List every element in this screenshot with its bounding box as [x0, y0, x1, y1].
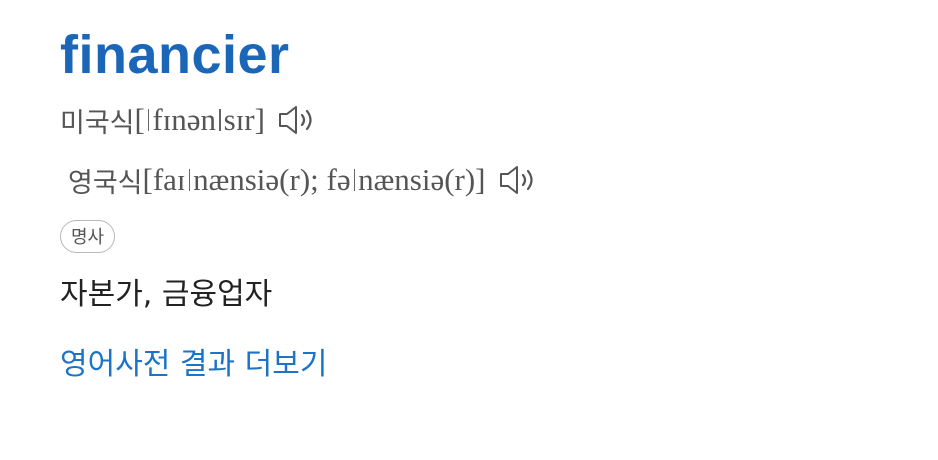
pronunciation-uk-ipa-part1: [faɪ: [142, 162, 186, 197]
pronunciation-us-ipa-part1: fɪnən: [152, 102, 217, 137]
pronunciation-uk: 영국식 [faɪ nænsiə(r); fə nænsiə(r)]: [68, 158, 900, 202]
pronunciation-uk-ipa-part2: nænsiə(r); fə: [193, 162, 351, 197]
speaker-icon[interactable]: [277, 103, 319, 137]
pronunciation-uk-label: 영국식: [68, 167, 143, 199]
pos-row: 명사: [60, 202, 900, 253]
pronunciation-us: 미국식 [ fɪnən sɪr]: [60, 98, 900, 142]
primary-stress-mark: [188, 169, 191, 191]
pronunciation-us-ipa-open: [: [134, 102, 145, 137]
pronunciation-us-ipa-part2: sɪr]: [223, 102, 265, 137]
secondary-stress-mark: [147, 109, 150, 131]
meaning-text: 자본가, 금융업자: [60, 277, 273, 312]
more-results-link[interactable]: 영어사전 결과 더보기: [60, 339, 327, 383]
primary-stress-mark: [353, 169, 356, 191]
primary-stress-mark: [219, 109, 221, 131]
speaker-icon[interactable]: [498, 163, 540, 197]
pronunciation-uk-ipa-part3: nænsiə(r)]: [358, 162, 486, 197]
headword[interactable]: financier: [60, 28, 900, 88]
part-of-speech-badge: 명사: [60, 220, 116, 253]
dictionary-card: financier 미국식 [ fɪnən sɪr] 영국식 [faɪ næns…: [60, 28, 900, 383]
pronunciation-us-label: 미국식: [60, 107, 135, 139]
